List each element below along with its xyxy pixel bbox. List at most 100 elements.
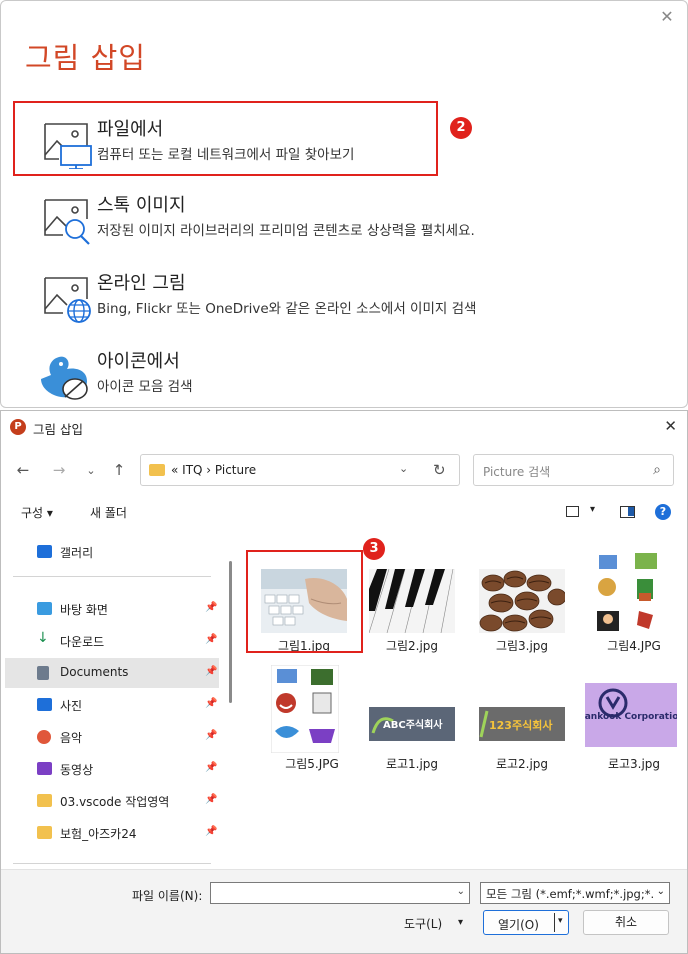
pin-icon[interactable]: 📌: [205, 634, 217, 645]
chevron-down-icon[interactable]: ⌄: [656, 886, 665, 897]
tools-button[interactable]: 도구(L): [404, 915, 442, 932]
option-stock-images[interactable]: 스톡 이미지 저장된 이미지 라이브러리의 프리미엄 콘텐츠로 상상력을 펼치세…: [37, 187, 597, 249]
chevron-down-icon[interactable]: ▾: [590, 504, 595, 515]
sidebar-item-downloads[interactable]: ↓ 다운로드 📌: [5, 626, 219, 656]
help-icon[interactable]: ?: [655, 504, 671, 520]
chevron-down-icon[interactable]: ⌄: [399, 462, 408, 475]
sidebar-item-desktop[interactable]: 바탕 화면 📌: [5, 594, 219, 624]
file-name: 그림2.jpg: [385, 639, 439, 653]
sidebar-item-label: 사진: [60, 699, 83, 713]
abc-logo-thumbnail: ABC주식회사: [369, 707, 455, 741]
new-folder-button[interactable]: 새 폴더: [90, 504, 127, 521]
sidebar-item-label: 다운로드: [60, 635, 105, 649]
sidebar-item-label: 보험_아즈카24: [60, 827, 137, 841]
sidebar-item-label: 동영상: [60, 763, 94, 777]
bird-leaf-icon: [41, 356, 88, 400]
sidebar-item-videos[interactable]: 동영상 📌: [5, 754, 219, 784]
view-icon[interactable]: [566, 506, 579, 517]
option-from-icons[interactable]: 아이콘에서 아이콘 모음 검색: [37, 343, 597, 405]
divider: [13, 576, 211, 577]
pin-icon[interactable]: 📌: [205, 730, 217, 741]
gallery-icon: [37, 545, 52, 558]
piano-thumbnail: [369, 569, 455, 633]
file-name: 그림5.JPG: [285, 757, 339, 771]
open-button[interactable]: 열기(O) ▾: [483, 910, 569, 935]
file-item[interactable]: 그림5.JPG: [259, 655, 359, 771]
chevron-down-icon[interactable]: ⌄: [457, 886, 465, 897]
navigation-bar: ← → ⌄ ↑ « ITQ › Picture ⌄ ↻ Picture 검색 ⌕: [1, 449, 687, 493]
open-label: 열기(O): [498, 918, 539, 932]
logo-text: 123주식회사: [489, 718, 553, 732]
split-divider: [554, 913, 555, 932]
pin-icon[interactable]: 📌: [205, 666, 217, 677]
sidebar-item-documents[interactable]: Documents 📌: [5, 658, 219, 688]
file-name: 로고2.jpg: [495, 757, 549, 771]
highlight-box: [13, 101, 438, 176]
pin-icon[interactable]: 📌: [205, 794, 217, 805]
pin-icon[interactable]: 📌: [205, 602, 217, 613]
sidebar-item-label: Documents: [60, 665, 129, 679]
preview-pane-icon[interactable]: [620, 506, 635, 518]
organize-button[interactable]: 구성 ▾: [21, 504, 53, 521]
logo-text: ABC주식회사: [383, 718, 443, 731]
dialog-footer: 파일 이름(N): ⌄ 모든 그림 (*.emf;*.wmf;*.jpg;*. …: [1, 869, 687, 953]
sidebar-item-label: 음악: [60, 731, 83, 745]
filename-input[interactable]: ⌄: [210, 882, 470, 904]
coffee-beans-thumbnail: [479, 569, 565, 633]
search-input[interactable]: Picture 검색 ⌕: [473, 454, 674, 486]
refresh-icon[interactable]: ↻: [433, 461, 446, 479]
caret-down-icon[interactable]: ▾: [558, 916, 563, 926]
back-icon[interactable]: ←: [13, 461, 33, 479]
logo-text: Hankook Corporation: [585, 712, 677, 722]
file-item[interactable]: Hankook Corporation 로고3.jpg: [581, 679, 681, 785]
sidebar-item-music[interactable]: 음악 📌: [5, 722, 219, 752]
pin-icon[interactable]: 📌: [205, 826, 217, 837]
folder-icon: [37, 826, 52, 839]
pin-icon[interactable]: 📌: [205, 698, 217, 709]
address-bar[interactable]: « ITQ › Picture ⌄ ↻: [140, 454, 460, 486]
option-title: 온라인 그림: [97, 273, 186, 294]
picture-search-icon: [44, 199, 90, 245]
filetype-select[interactable]: 모든 그림 (*.emf;*.wmf;*.jpg;*. ⌄: [480, 882, 670, 904]
sidebar-item-insurance[interactable]: 보험_아즈카24 📌: [5, 818, 219, 848]
file-item[interactable]: 그림3.jpg: [469, 561, 569, 667]
file-item[interactable]: 123주식회사 로고2.jpg: [469, 703, 569, 809]
folder-icon: [149, 464, 165, 476]
scrollbar[interactable]: [229, 561, 232, 703]
option-title: 아이콘에서: [97, 351, 180, 372]
option-desc: 아이콘 모음 검색: [97, 379, 193, 395]
dialog-title: 그림 삽입: [33, 422, 83, 437]
forward-icon[interactable]: →: [49, 461, 69, 479]
close-icon[interactable]: ✕: [664, 417, 677, 435]
title-bar: P 그림 삽입 ✕: [1, 411, 687, 443]
file-name: 그림4.JPG: [607, 639, 661, 653]
option-desc: 저장된 이미지 라이브러리의 프리미엄 콘텐츠로 상상력을 펼치세요.: [97, 223, 475, 239]
step-badge: 3: [363, 538, 385, 560]
option-online-pictures[interactable]: 온라인 그림 Bing, Flickr 또는 OneDrive와 같은 온라인 …: [37, 265, 597, 327]
search-icon[interactable]: ⌕: [653, 462, 661, 478]
up-arrow-icon[interactable]: ↑: [109, 461, 129, 479]
sidebar-item-vscode-workspace[interactable]: 03.vscode 작업영역 📌: [5, 786, 219, 816]
navigation-pane: 갤러리 바탕 화면 📌 ↓ 다운로드 📌 Documents 📌 사진 📌 음악…: [1, 529, 227, 869]
cancel-button[interactable]: 취소: [583, 910, 669, 935]
hankook-logo-thumbnail: Hankook Corporation: [585, 683, 677, 747]
address-path[interactable]: « ITQ › Picture: [171, 463, 256, 477]
powerpoint-icon: P: [10, 419, 26, 435]
option-desc: Bing, Flickr 또는 OneDrive와 같은 온라인 소스에서 이미…: [97, 301, 477, 317]
divider: [13, 863, 211, 864]
clipart-grid-thumbnail: [593, 549, 663, 637]
file-name: 로고1.jpg: [385, 757, 439, 771]
pictures-icon: [37, 698, 52, 711]
sidebar-item-gallery[interactable]: 갤러리: [5, 537, 219, 567]
sidebar-item-pictures[interactable]: 사진 📌: [5, 690, 219, 720]
file-item[interactable]: ABC주식회사 로고1.jpg: [359, 703, 459, 809]
file-item[interactable]: 그림2.jpg: [359, 561, 459, 667]
chevron-down-icon[interactable]: ⌄: [81, 464, 101, 477]
picture-globe-icon: [44, 277, 91, 323]
file-item[interactable]: 그림4.JPG: [581, 537, 681, 653]
clipart-grid-thumbnail: [271, 665, 339, 753]
filetype-value: 모든 그림 (*.emf;*.wmf;*.jpg;*.: [486, 887, 655, 901]
close-icon[interactable]: ✕: [659, 9, 675, 25]
caret-down-icon[interactable]: ▾: [458, 917, 463, 928]
pin-icon[interactable]: 📌: [205, 762, 217, 773]
